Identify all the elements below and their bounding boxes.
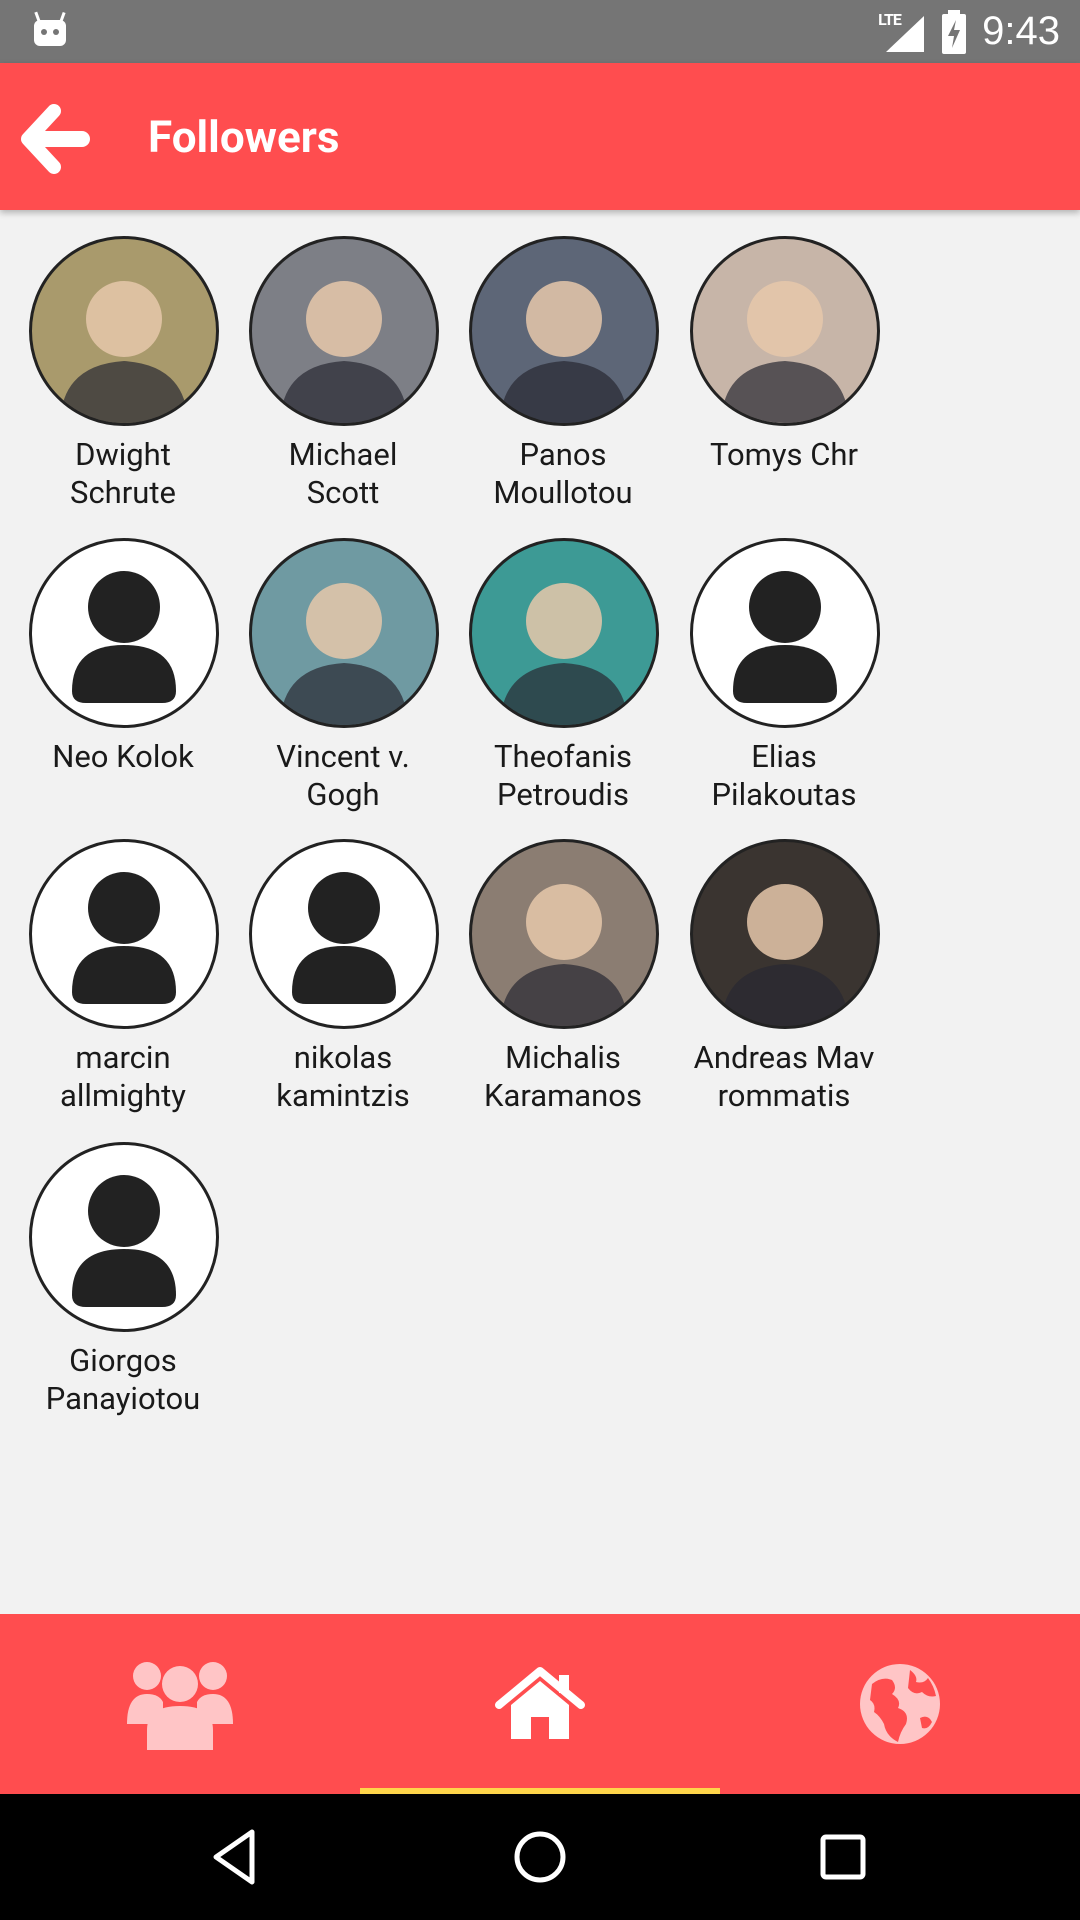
follower-name: marcin allmighty	[60, 1039, 186, 1114]
clock: 9:43	[982, 9, 1060, 53]
follower-name: Theofanis Petroudis	[494, 738, 632, 813]
globe-icon	[860, 1664, 940, 1744]
home-icon	[495, 1667, 585, 1739]
back-icon[interactable]	[202, 1824, 268, 1890]
group-icon	[127, 1662, 233, 1750]
follower-name: Panos Moullotou	[493, 436, 633, 511]
default-avatar-icon	[29, 538, 219, 728]
follower-name: Neo Kolok	[52, 738, 194, 775]
follower-name: Tomys Chr	[710, 436, 858, 473]
avatar-photo	[469, 538, 659, 728]
follower-name: Vincent v. Gogh	[276, 738, 410, 813]
avatar-photo	[469, 839, 659, 1029]
follower-name: Giorgos Panayiotou	[45, 1342, 201, 1417]
system-navigation-bar	[0, 1794, 1080, 1920]
avatar-photo	[249, 236, 439, 426]
default-avatar-icon	[29, 839, 219, 1029]
nav-home-button[interactable]	[360, 1614, 720, 1794]
follower-name: Dwight Schrute	[70, 436, 176, 511]
follower-name: Michael Scott	[288, 436, 398, 511]
bottom-navigation	[0, 1614, 1080, 1794]
recents-icon[interactable]	[810, 1824, 876, 1890]
back-arrow-icon[interactable]	[18, 103, 90, 175]
follower-name: Michalis Karamanos	[484, 1039, 642, 1114]
follower-name: Elias Pilakoutas	[711, 738, 857, 813]
status-bar: LTE 9:43	[0, 0, 1080, 63]
nav-explore-button[interactable]	[720, 1614, 1080, 1794]
follower-name: Andreas Mav rommatis	[693, 1039, 875, 1114]
follower-name: nikolas kamintzis	[276, 1039, 410, 1114]
avatar-photo	[469, 236, 659, 426]
battery-icon	[942, 9, 967, 54]
avatar-photo	[249, 538, 439, 728]
android-notification-icon	[34, 11, 66, 46]
signal-icon: LTE	[878, 10, 926, 54]
avatar-photo	[690, 236, 880, 426]
avatar-photo	[29, 236, 219, 426]
default-avatar-icon	[249, 839, 439, 1029]
app-bar: Followers	[0, 63, 1080, 210]
default-avatar-icon	[29, 1142, 219, 1332]
avatar-photo	[690, 839, 880, 1029]
home-circle-icon[interactable]	[507, 1824, 573, 1890]
default-avatar-icon	[690, 538, 880, 728]
nav-followers-button[interactable]	[0, 1614, 360, 1794]
page-title: Followers	[148, 111, 340, 163]
